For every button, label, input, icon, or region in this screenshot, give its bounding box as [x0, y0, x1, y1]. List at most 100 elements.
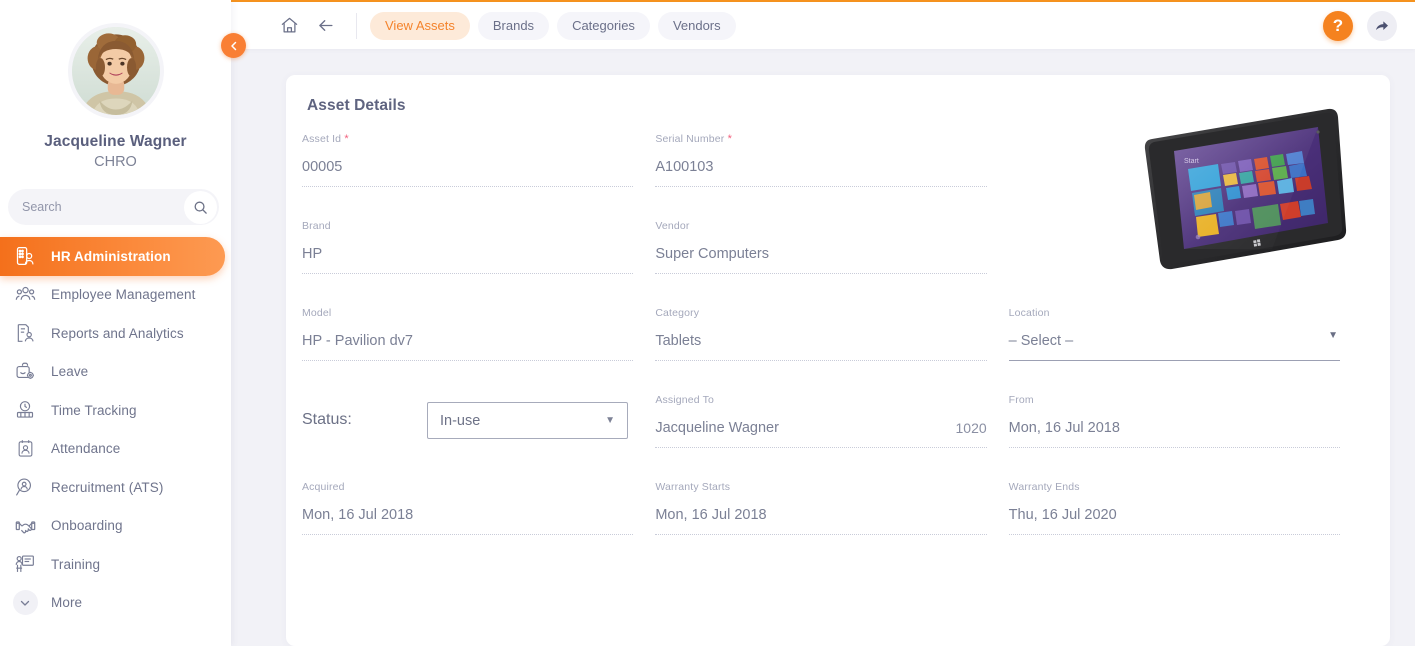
- home-button[interactable]: [271, 10, 307, 42]
- field-location[interactable]: Location – Select – ▼: [1008, 307, 1362, 361]
- sidebar-item-training[interactable]: Training: [0, 545, 231, 584]
- field-serial-number[interactable]: Serial Number * A100103: [655, 133, 1008, 187]
- home-icon: [281, 17, 297, 33]
- sidebar: Jacqueline Wagner CHRO Search HR Adminis…: [0, 0, 231, 646]
- sidebar-item-reports-and-analytics[interactable]: Reports and Analytics: [0, 314, 231, 353]
- assigned-to-employee-id: 1020: [955, 419, 987, 436]
- attendance-icon: [12, 439, 38, 458]
- field-label: Location: [1008, 307, 1050, 319]
- tab-label: Brands: [492, 18, 535, 33]
- sidebar-item-label: HR Administration: [51, 248, 171, 264]
- field-label-text: Serial Number: [655, 133, 725, 145]
- field-underline: [655, 447, 987, 448]
- required-asterisk: *: [341, 133, 349, 145]
- field-label: Serial Number *: [655, 133, 986, 147]
- help-question-icon: ?: [1332, 15, 1344, 35]
- field-value: – Select –: [1008, 332, 1074, 349]
- chevron-down-icon: [12, 590, 38, 616]
- field-value: HP - Pavilion dv7: [302, 332, 413, 349]
- field-value: Mon, 16 Jul 2018: [302, 506, 414, 523]
- sidebar-item-onboarding[interactable]: Onboarding: [0, 507, 231, 546]
- sidebar-item-leave[interactable]: Leave: [0, 353, 231, 392]
- training-icon: [12, 554, 38, 574]
- recruitment-icon: [12, 477, 38, 497]
- field-assigned-to[interactable]: Assigned To Jacqueline Wagner 1020: [655, 394, 1008, 448]
- sidebar-item-label: Employee Management: [51, 287, 196, 303]
- search-icon: [194, 201, 207, 214]
- field-asset-id[interactable]: Asset Id * 00005: [302, 133, 655, 187]
- more-icon-wrap: [12, 590, 38, 616]
- field-from[interactable]: From Mon, 16 Jul 2018: [1008, 394, 1362, 448]
- form-row-3: Model HP - Pavilion dv7 Category Tablets…: [302, 307, 1362, 361]
- main-region: View Assets Brands Categories Vendors ?: [231, 0, 1415, 646]
- sidebar-item-more[interactable]: More: [0, 584, 231, 623]
- tab-vendors[interactable]: Vendors: [657, 11, 736, 40]
- topbar-divider: [356, 12, 357, 39]
- tab-label: Vendors: [672, 18, 721, 33]
- avatar[interactable]: [67, 23, 164, 119]
- sidebar-item-label: Training: [51, 556, 101, 572]
- help-button[interactable]: ?: [1323, 10, 1353, 41]
- row-spacer: [302, 274, 1362, 307]
- field-row1-empty: [1009, 133, 1362, 187]
- field-underline: [302, 534, 634, 535]
- field-label: Vendor: [655, 220, 690, 232]
- tab-label: Categories: [572, 18, 635, 33]
- field-warranty-starts[interactable]: Warranty Starts Mon, 16 Jul 2018: [655, 481, 1008, 535]
- tab-view-assets[interactable]: View Assets: [370, 11, 470, 40]
- chevron-down-icon: ▼: [605, 415, 615, 426]
- sidebar-item-label: Leave: [51, 364, 89, 380]
- sidebar-item-label: Attendance: [51, 441, 121, 457]
- field-brand[interactable]: Brand HP: [302, 220, 655, 274]
- tab-brands[interactable]: Brands: [477, 11, 550, 40]
- field-vendor[interactable]: Vendor Super Computers: [655, 220, 1008, 274]
- onboarding-icon: [12, 515, 38, 536]
- field-row2-empty: [1009, 220, 1362, 274]
- reports-analytics-icon: [12, 323, 38, 343]
- user-avatar-photo: [71, 27, 160, 115]
- field-underline: [655, 273, 987, 274]
- sidebar-item-time-tracking[interactable]: Time Tracking: [0, 391, 231, 430]
- form-row-5: Acquired Mon, 16 Jul 2018 Warranty Start…: [302, 481, 1362, 535]
- search-button[interactable]: [184, 190, 217, 224]
- user-role: CHRO: [94, 154, 137, 170]
- assigned-to-name: Jacqueline Wagner: [655, 419, 779, 436]
- sidebar-item-employee-management[interactable]: Employee Management: [0, 276, 231, 315]
- sidebar-item-label: Recruitment (ATS): [51, 479, 164, 495]
- asset-details-card: Asset Details Asset Id * 00005 Serial Nu…: [286, 75, 1390, 646]
- field-value: Tablets: [655, 332, 702, 349]
- status-select[interactable]: In-use ▼: [427, 402, 628, 439]
- search-box[interactable]: [8, 189, 219, 225]
- user-name: Jacqueline Wagner: [44, 133, 187, 150]
- field-label: Assigned To: [655, 394, 714, 406]
- field-value: 00005: [302, 158, 343, 175]
- asset-form: Asset Id * 00005 Serial Number * A100103: [302, 133, 1362, 535]
- field-value: Thu, 16 Jul 2020: [1008, 506, 1117, 523]
- sidebar-item-label: Reports and Analytics: [51, 325, 184, 341]
- tab-categories[interactable]: Categories: [557, 11, 650, 40]
- search-input[interactable]: [8, 189, 184, 225]
- chevron-down-icon[interactable]: ▼: [1328, 330, 1338, 341]
- field-value: HP: [302, 245, 323, 262]
- sidebar-item-recruitment-ats[interactable]: Recruitment (ATS): [0, 468, 231, 507]
- sidebar-item-attendance[interactable]: Attendance: [0, 430, 231, 469]
- field-warranty-ends[interactable]: Warranty Ends Thu, 16 Jul 2020: [1008, 481, 1362, 535]
- field-label: Acquired: [302, 481, 345, 493]
- field-model[interactable]: Model HP - Pavilion dv7: [302, 307, 655, 361]
- sidebar-item-label: Onboarding: [51, 518, 123, 534]
- field-acquired[interactable]: Acquired Mon, 16 Jul 2018: [302, 481, 655, 535]
- time-tracking-icon: [12, 400, 38, 420]
- field-category[interactable]: Category Tablets: [655, 307, 1008, 361]
- status-value: In-use: [440, 412, 481, 429]
- field-status: Status: In-use ▼: [302, 394, 655, 448]
- field-underline: [302, 186, 634, 187]
- back-button[interactable]: [307, 10, 343, 42]
- field-underline: [1008, 360, 1340, 361]
- chevron-left-icon: [230, 41, 236, 50]
- employee-management-icon: [12, 284, 38, 305]
- share-button[interactable]: [1367, 10, 1397, 41]
- sidebar-collapse-button[interactable]: [221, 33, 246, 58]
- sidebar-item-hr-administration[interactable]: HR Administration: [0, 237, 225, 276]
- sidebar-nav: HR Administration Employee Management Re…: [0, 237, 231, 622]
- field-label: Brand: [302, 220, 331, 232]
